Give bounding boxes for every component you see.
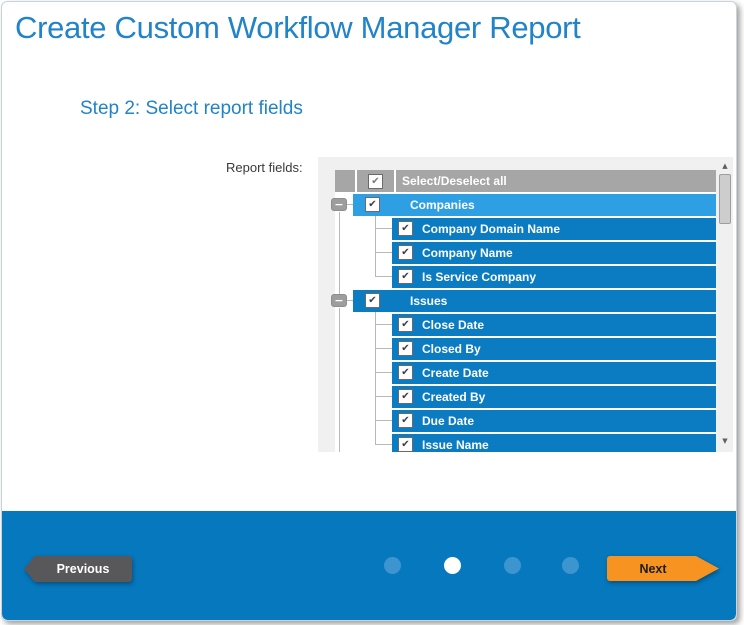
row-checkbox[interactable]: ✔ [398,221,413,236]
select-all-checkbox[interactable]: ✔ [368,174,383,189]
checkbox-checked-icon: ✔ [401,414,409,427]
row-checkbox[interactable]: ✔ [365,197,380,212]
tree-header-indicator-cell [335,170,355,192]
tree-row-create-date[interactable]: ✔ Create Date [392,362,716,384]
tree-row-label: Closed By [422,342,481,356]
step-dot-3 [504,557,521,574]
step-heading: Step 2: Select report fields [80,98,303,120]
minus-icon: − [334,296,343,306]
scroll-down-icon: ▼ [722,437,727,445]
page: Create Custom Workflow Manager Report St… [0,0,744,625]
tree-header-checkbox-cell: ✔ [357,170,394,192]
tree-row-label: Issues [410,294,447,308]
tree-row-is-service-company[interactable]: ✔ Is Service Company [392,266,716,288]
previous-button[interactable]: Previous [24,556,132,582]
step-dot-2-active [444,557,461,574]
footer-bar: Previous Next [2,511,736,620]
checkbox-checked-icon: ✔ [401,246,409,259]
report-fields-label: Report fields: [226,160,303,175]
collapse-button-companies[interactable]: − [331,198,347,211]
row-checkbox[interactable]: ✔ [365,293,380,308]
row-checkbox[interactable]: ✔ [398,437,413,452]
tree-row-issue-name[interactable]: ✔ Issue Name [392,434,716,452]
wizard-window: Create Custom Workflow Manager Report St… [1,1,737,621]
checkbox-checked-icon: ✔ [401,318,409,331]
checkbox-checked-icon: ✔ [401,270,409,283]
tree-row-label: Company Name [422,246,513,260]
scroll-up-button[interactable]: ▲ [718,160,732,172]
tree-row-label: Create Date [422,366,489,380]
collapse-button-issues[interactable]: − [331,294,347,307]
tree-row-close-date[interactable]: ✔ Close Date [392,314,716,336]
tree-row-companies[interactable]: ✔ Companies [353,194,716,216]
row-checkbox[interactable]: ✔ [398,389,413,404]
checkbox-checked-icon: ✔ [371,175,379,188]
tree-row-label: Close Date [422,318,484,332]
tree-row-created-by[interactable]: ✔ Created By [392,386,716,408]
tree-row-company-name[interactable]: ✔ Company Name [392,242,716,264]
scroll-up-icon: ▲ [722,162,727,170]
scrollbar[interactable]: ▲ ▼ [718,157,732,452]
checkbox-checked-icon: ✔ [401,222,409,235]
tree-row-label: Company Domain Name [422,222,560,236]
next-button[interactable]: Next [607,556,719,581]
tree-row-label: Due Date [422,414,474,428]
tree-header-label-cell: Select/Deselect all [396,170,716,192]
row-checkbox[interactable]: ✔ [398,269,413,284]
select-deselect-all-label: Select/Deselect all [402,174,507,188]
report-fields-tree: ✔ Select/Deselect all − − ✔ Companies ✔ … [318,157,733,452]
wizard-title: Create Custom Workflow Manager Report [15,10,581,46]
scroll-down-button[interactable]: ▼ [718,435,732,447]
checkbox-checked-icon: ✔ [401,390,409,403]
step-dot-4 [562,557,579,574]
minus-icon: − [334,200,343,210]
row-checkbox[interactable]: ✔ [398,413,413,428]
step-dot-1 [384,557,401,574]
checkbox-checked-icon: ✔ [401,342,409,355]
tree-row-label: Is Service Company [422,270,536,284]
checkbox-checked-icon: ✔ [368,198,376,211]
tree-row-label: Companies [410,198,475,212]
row-checkbox[interactable]: ✔ [398,365,413,380]
tree-row-label: Issue Name [422,438,489,452]
scroll-thumb[interactable] [719,174,731,224]
row-checkbox[interactable]: ✔ [398,245,413,260]
tree-row-due-date[interactable]: ✔ Due Date [392,410,716,432]
tree-row-issues[interactable]: ✔ Issues [353,290,716,312]
checkbox-checked-icon: ✔ [368,294,376,307]
checkbox-checked-icon: ✔ [401,438,409,451]
row-checkbox[interactable]: ✔ [398,317,413,332]
tree-row-company-domain-name[interactable]: ✔ Company Domain Name [392,218,716,240]
tree-header-row[interactable]: ✔ Select/Deselect all [335,170,716,192]
row-checkbox[interactable]: ✔ [398,341,413,356]
tree-row-label: Created By [422,390,485,404]
checkbox-checked-icon: ✔ [401,366,409,379]
tree-row-closed-by[interactable]: ✔ Closed By [392,338,716,360]
